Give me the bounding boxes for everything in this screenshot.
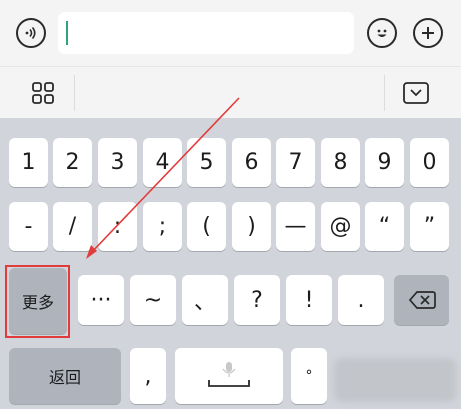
- annotation-arrow: [86, 97, 240, 259]
